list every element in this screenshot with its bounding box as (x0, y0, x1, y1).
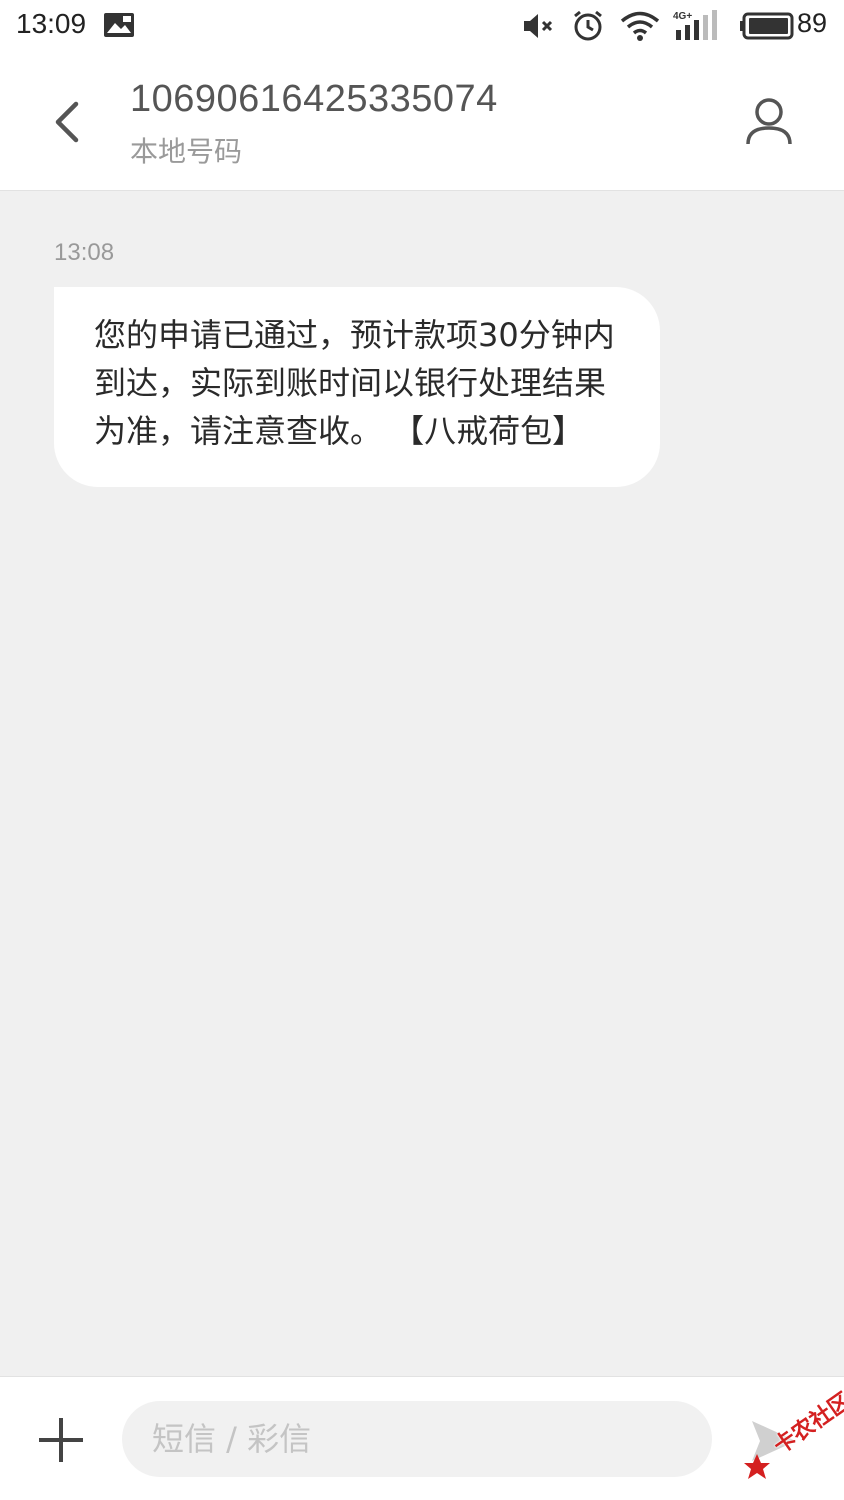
message-bubble[interactable]: 您的申请已通过，预计款项30分钟内到达，实际到账时间以银行处理结果为准，请注意查… (54, 287, 660, 487)
status-bar: 13:09 4G+ 89 (0, 0, 844, 52)
contact-number: 10690616425335074 (130, 78, 498, 120)
message-timestamp: 13:08 (54, 239, 115, 266)
alarm-icon (571, 9, 605, 47)
watermark: 卡农社区 (738, 1388, 844, 1486)
mute-icon (522, 12, 556, 44)
battery-level: 89 (797, 8, 828, 38)
status-time: 13:09 (16, 8, 87, 39)
back-button[interactable] (38, 90, 98, 154)
wifi-icon (620, 10, 660, 46)
message-input[interactable] (122, 1401, 712, 1477)
plus-icon (36, 1418, 86, 1469)
conversation-header: 10690616425335074 本地号码 (0, 52, 844, 191)
battery-icon (740, 12, 796, 44)
contact-subtitle: 本地号码 (130, 135, 243, 168)
picture-icon (103, 12, 135, 42)
chevron-left-icon (38, 101, 98, 158)
message-list[interactable]: 13:08 您的申请已通过，预计款项30分钟内到达，实际到账时间以银行处理结果为… (0, 191, 844, 1376)
watermark-logo-icon (744, 1454, 770, 1479)
messaging-screen: 13:09 4G+ 89 10690616425335074 本地号码 13:0… (0, 0, 844, 1500)
add-attachment-button[interactable] (36, 1415, 86, 1465)
network-label: 4G+ (673, 11, 692, 22)
contact-button[interactable] (740, 92, 798, 154)
signal-4g-icon: 4G+ (672, 8, 722, 46)
compose-bar (0, 1376, 844, 1500)
person-icon (740, 98, 798, 158)
